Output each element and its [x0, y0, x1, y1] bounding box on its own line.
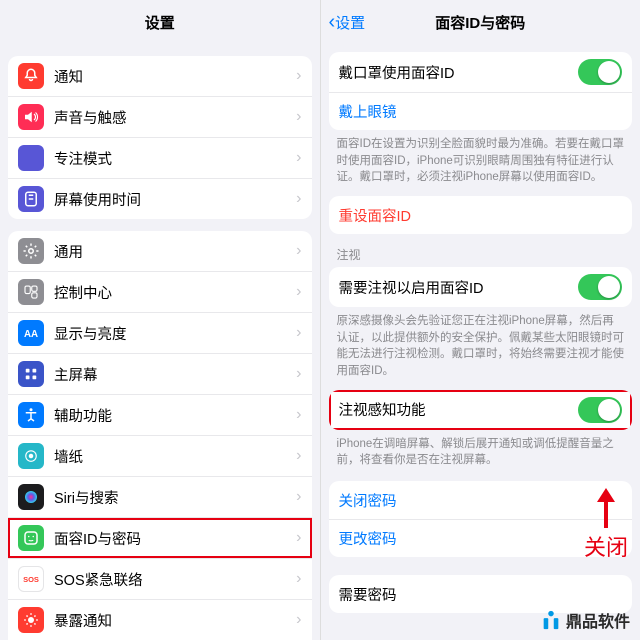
row-label: 主屏幕	[54, 364, 296, 385]
attention-aware-group: 注视感知功能	[329, 390, 633, 430]
reset-label: 重设面容ID	[339, 205, 623, 226]
row-label: 通用	[54, 241, 296, 262]
chevron-right-icon: ›	[296, 447, 301, 465]
row-label: 专注模式	[54, 148, 296, 169]
home-icon	[18, 361, 44, 387]
attention-aware-caption: iPhone在调暗屏幕、解锁后展开通知或调低提醒音量之前，将查看你是否在注视屏幕…	[321, 430, 640, 471]
settings-row-siri[interactable]: Siri与搜索›	[8, 476, 312, 517]
settings-group-2: 通用›控制中心›AA显示与亮度›主屏幕›辅助功能›墙纸›Siri与搜索›面容ID…	[8, 231, 312, 640]
attention-aware-label: 注视感知功能	[339, 399, 579, 420]
siri-icon	[18, 484, 44, 510]
watermark-text: 鼎品软件	[566, 608, 630, 632]
chevron-right-icon: ›	[296, 570, 301, 588]
row-label: 显示与亮度	[54, 323, 296, 344]
watermark-logo-icon	[540, 609, 562, 631]
chevron-right-icon: ›	[296, 324, 301, 342]
attention-aware-row[interactable]: 注视感知功能	[329, 390, 633, 430]
row-label: 暴露通知	[54, 610, 296, 631]
chevron-right-icon: ›	[296, 108, 301, 126]
settings-row-ax[interactable]: 辅助功能›	[8, 394, 312, 435]
time-icon	[18, 186, 44, 212]
glasses-label: 戴上眼镜	[339, 101, 623, 122]
chevron-right-icon: ›	[296, 190, 301, 208]
chevron-right-icon: ›	[296, 406, 301, 424]
chevron-right-icon: ›	[296, 488, 301, 506]
chevron-right-icon: ›	[296, 365, 301, 383]
face-icon	[18, 525, 44, 551]
row-label: 屏幕使用时间	[54, 189, 296, 210]
chevron-left-icon: ‹	[329, 11, 336, 34]
left-title: 设置	[145, 12, 175, 33]
back-label: 设置	[335, 12, 365, 33]
settings-row-gear[interactable]: 通用›	[8, 231, 312, 271]
reset-group: 重设面容ID	[329, 196, 633, 234]
settings-row-sound[interactable]: 声音与触感›	[8, 96, 312, 137]
settings-row-exp[interactable]: 暴露通知›	[8, 599, 312, 640]
sos-icon: SOS	[18, 566, 44, 592]
settings-row-time[interactable]: 屏幕使用时间›	[8, 178, 312, 219]
exp-icon	[18, 607, 44, 633]
settings-row-moon[interactable]: 专注模式›	[8, 137, 312, 178]
settings-row-face[interactable]: 面容ID与密码›	[8, 517, 312, 558]
gear-icon	[18, 238, 44, 264]
row-label: 墙纸	[54, 446, 296, 467]
row-label: 声音与触感	[54, 107, 296, 128]
row-label: 通知	[54, 66, 296, 87]
chevron-right-icon: ›	[296, 529, 301, 547]
require-attention-caption: 原深感摄像头会先验证您正在注视iPhone屏幕，然后再认证，以此提供额外的安全保…	[321, 307, 640, 382]
row-label: 面容ID与密码	[54, 528, 296, 549]
settings-group-1: 通知›声音与触感›专注模式›屏幕使用时间›	[8, 56, 312, 219]
right-header: ‹ 设置 面容ID与密码	[321, 0, 640, 44]
mask-faceid-row[interactable]: 戴口罩使用面容ID	[329, 52, 633, 92]
require-attention-toggle[interactable]	[578, 274, 622, 300]
watermark: 鼎品软件	[540, 608, 630, 632]
reset-faceid-row[interactable]: 重设面容ID	[329, 196, 633, 234]
settings-row-aa[interactable]: AA 显示与亮度›	[8, 312, 312, 353]
passcode-group: 关闭密码 更改密码	[329, 481, 633, 557]
svg-text:AA: AA	[24, 329, 38, 340]
require-attention-row[interactable]: 需要注视以启用面容ID	[329, 267, 633, 307]
left-header: 设置	[0, 0, 320, 44]
chevron-right-icon: ›	[296, 242, 301, 260]
settings-row-cc[interactable]: 控制中心›	[8, 271, 312, 312]
row-label: 辅助功能	[54, 405, 296, 426]
require-passcode-label: 需要密码	[339, 584, 623, 605]
attention-aware-toggle[interactable]	[578, 397, 622, 423]
row-label: 控制中心	[54, 282, 296, 303]
bell-icon	[18, 63, 44, 89]
mask-label: 戴口罩使用面容ID	[339, 62, 579, 83]
chevron-right-icon: ›	[296, 67, 301, 85]
row-label: Siri与搜索	[54, 487, 296, 508]
turn-off-passcode-row[interactable]: 关闭密码	[329, 481, 633, 519]
back-button[interactable]: ‹ 设置	[329, 11, 366, 34]
change-passcode-label: 更改密码	[339, 528, 623, 549]
cc-icon	[18, 279, 44, 305]
settings-row-wall[interactable]: 墙纸›	[8, 435, 312, 476]
mask-caption: 面容ID在设置为识别全脸面貌时最为准确。若要在戴口罩时使用面容ID，iPhone…	[321, 130, 640, 188]
mask-group: 戴口罩使用面容ID 戴上眼镜	[329, 52, 633, 130]
require-attention-label: 需要注视以启用面容ID	[339, 277, 579, 298]
svg-text:SOS: SOS	[23, 575, 39, 584]
chevron-right-icon: ›	[296, 611, 301, 629]
faceid-pane: ‹ 设置 面容ID与密码 戴口罩使用面容ID 戴上眼镜 面容ID在设置为识别全脸…	[321, 0, 640, 640]
require-attention-group: 需要注视以启用面容ID	[329, 267, 633, 307]
settings-left-pane: 设置 通知›声音与触感›专注模式›屏幕使用时间› 通用›控制中心›AA显示与亮度…	[0, 0, 321, 640]
settings-row-bell[interactable]: 通知›	[8, 56, 312, 96]
right-title: 面容ID与密码	[435, 12, 525, 33]
settings-row-home[interactable]: 主屏幕›	[8, 353, 312, 394]
settings-row-sos[interactable]: SOS SOS紧急联络›	[8, 558, 312, 599]
aa-icon: AA	[18, 320, 44, 346]
moon-icon	[18, 145, 44, 171]
attention-header: 注视	[321, 234, 640, 267]
chevron-right-icon: ›	[296, 149, 301, 167]
sound-icon	[18, 104, 44, 130]
chevron-right-icon: ›	[296, 283, 301, 301]
wall-icon	[18, 443, 44, 469]
ax-icon	[18, 402, 44, 428]
turn-off-passcode-label: 关闭密码	[339, 490, 623, 511]
row-label: SOS紧急联络	[54, 569, 296, 590]
change-passcode-row[interactable]: 更改密码	[329, 519, 633, 557]
glasses-row[interactable]: 戴上眼镜	[329, 92, 633, 130]
mask-toggle[interactable]	[578, 59, 622, 85]
